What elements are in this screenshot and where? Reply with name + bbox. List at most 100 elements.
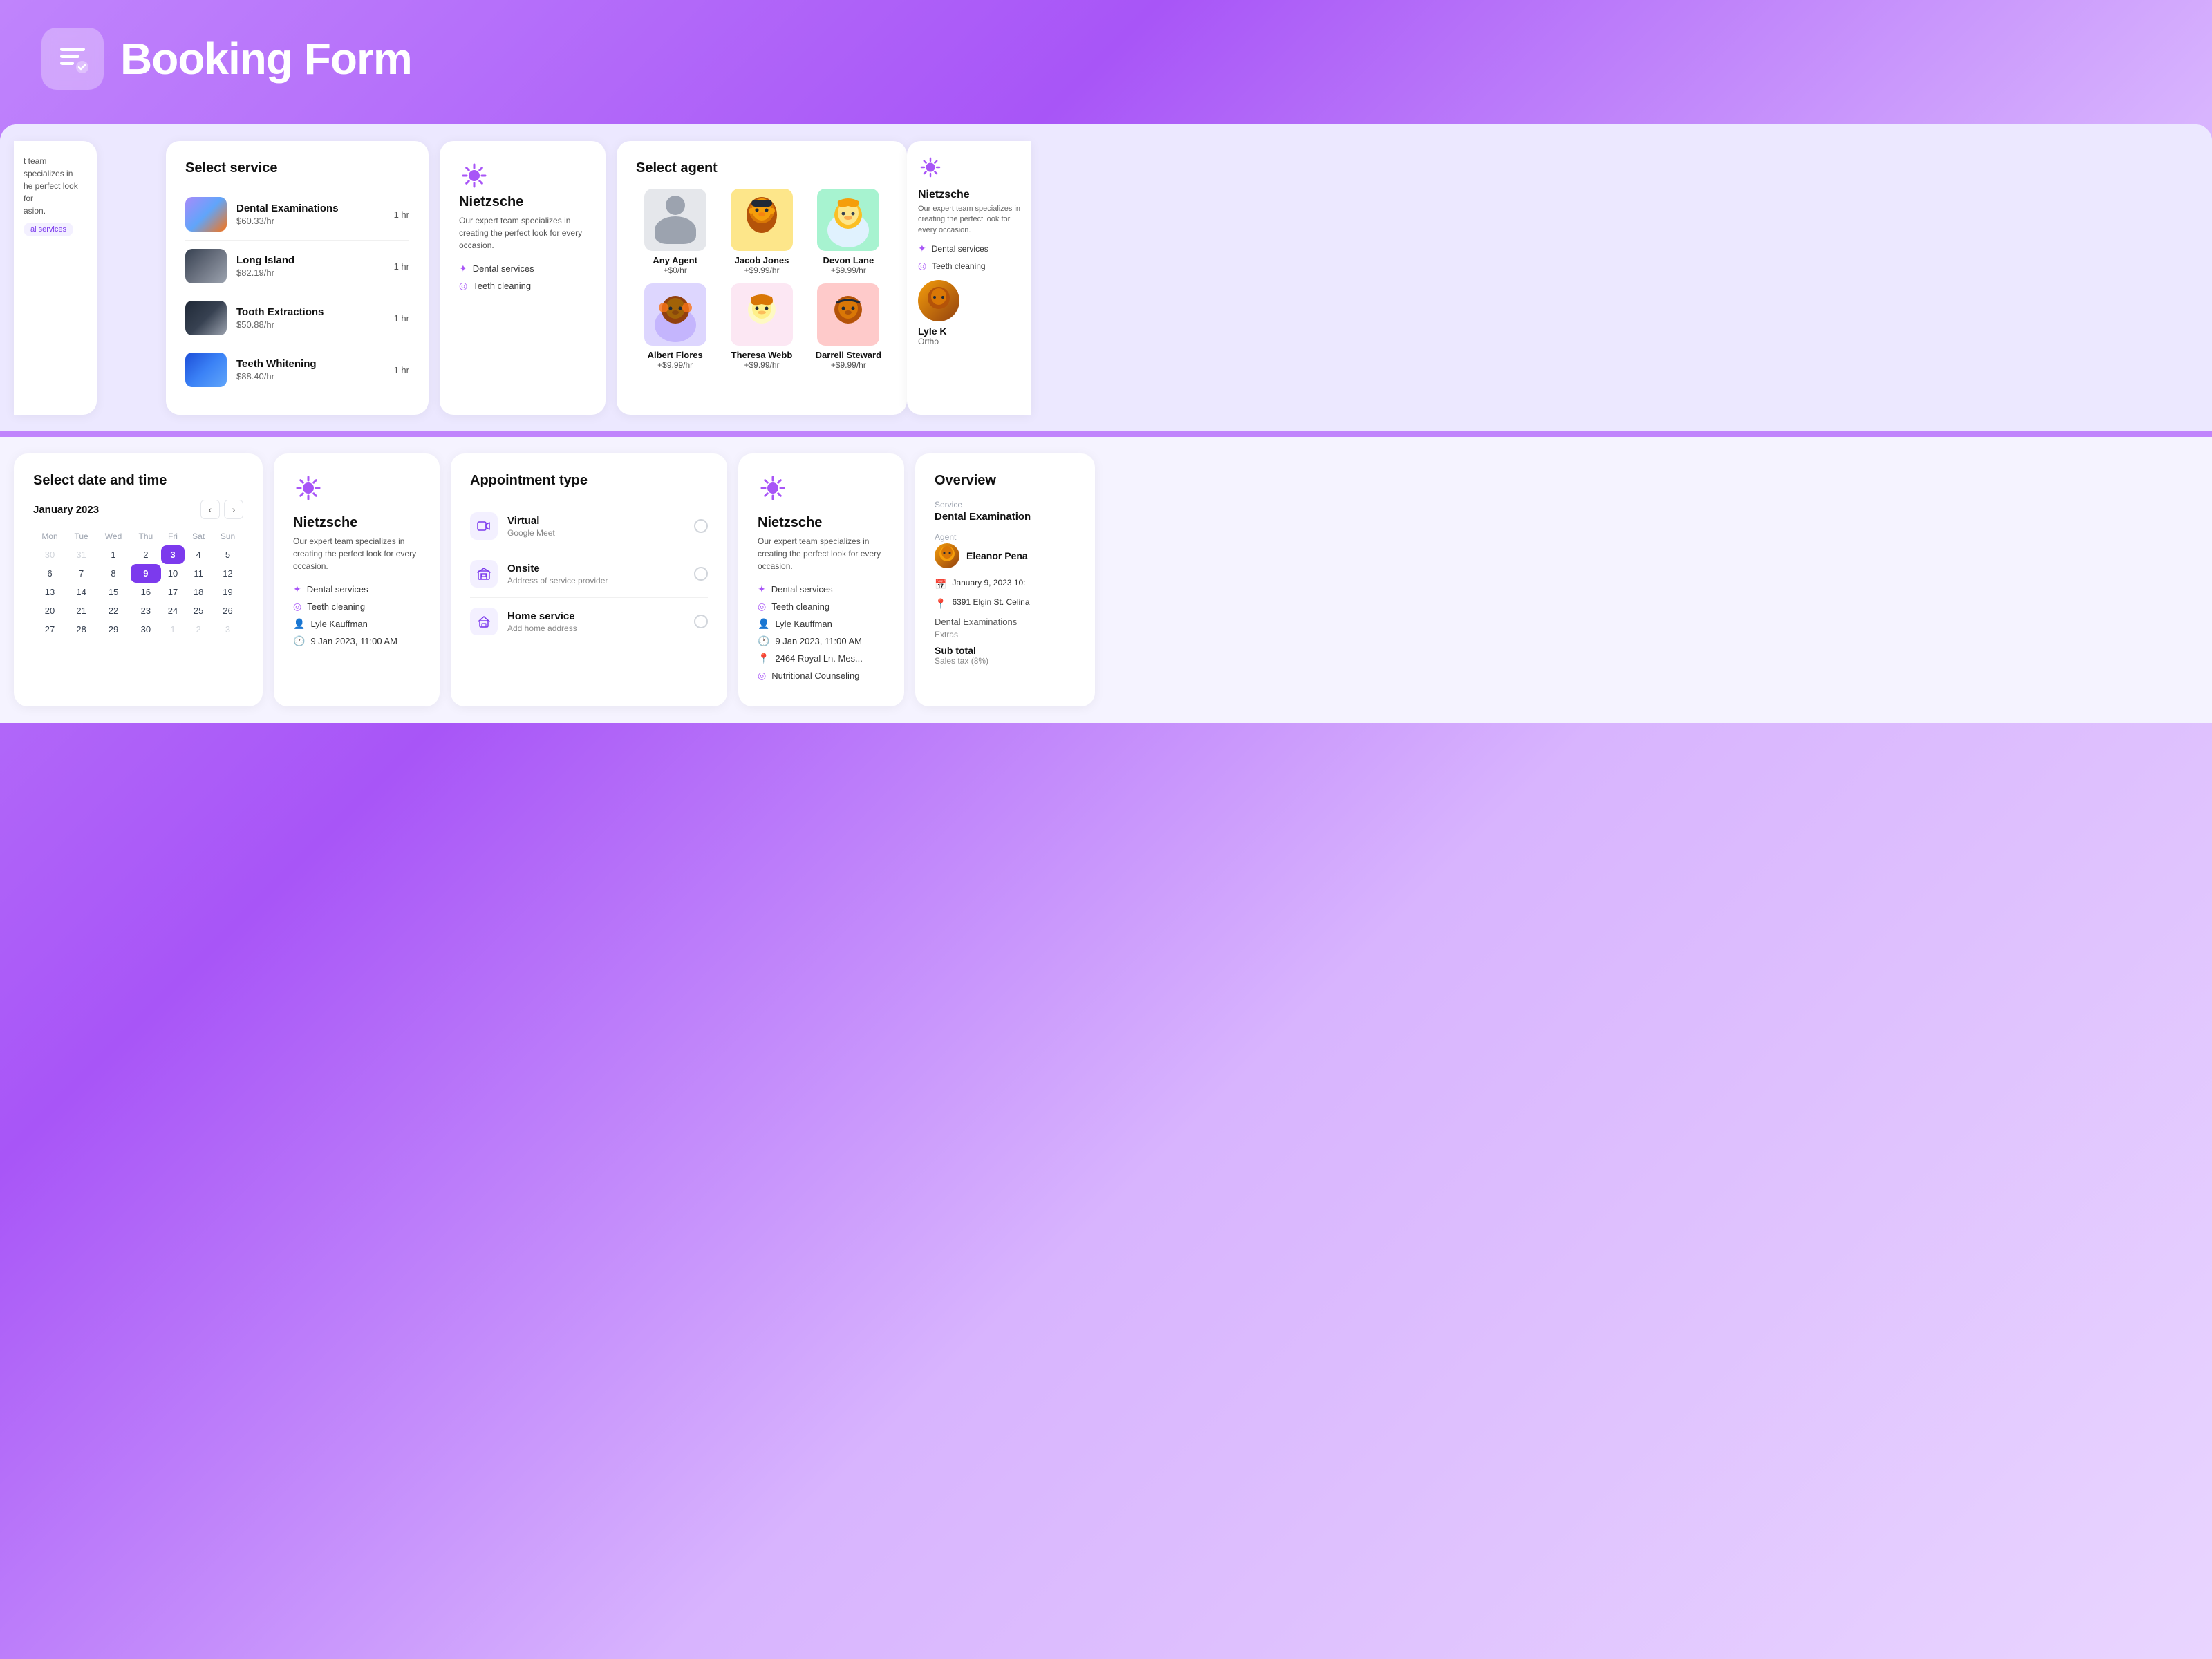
- prev-month-button[interactable]: ‹: [200, 500, 220, 519]
- calendar-day[interactable]: 18: [185, 583, 212, 601]
- calendar-day[interactable]: 29: [96, 620, 131, 639]
- calendar-day[interactable]: 26: [212, 601, 243, 620]
- partial-left-text1: t team specializes in: [24, 155, 87, 180]
- calendar-day[interactable]: 19: [212, 583, 243, 601]
- calendar-day[interactable]: 16: [131, 583, 161, 601]
- agent-price-darrell: +$9.99/hr: [831, 360, 866, 370]
- calendar-day[interactable]: 5: [212, 545, 243, 564]
- calendar-day[interactable]: 30: [33, 545, 66, 564]
- calendar-day[interactable]: 30: [131, 620, 161, 639]
- provider3-desc: Our expert team specializes in creating …: [758, 535, 885, 572]
- provider2-name: Nietzsche: [293, 515, 420, 531]
- calendar-day[interactable]: 8: [96, 564, 131, 583]
- next-month-button[interactable]: ›: [224, 500, 243, 519]
- calendar-day[interactable]: 14: [66, 583, 96, 601]
- agent-avatar-devon: [817, 189, 879, 251]
- ov-agent-label: Agent: [935, 532, 1076, 542]
- calendar-day[interactable]: 20: [33, 601, 66, 620]
- service-item-long[interactable]: Long Island $82.19/hr 1 hr: [185, 241, 409, 292]
- ov-agent-row: Eleanor Pena: [935, 543, 1076, 568]
- appt-sublabel-onsite: Address of service provider: [507, 576, 608, 585]
- agent-avatar-theresa: [731, 283, 793, 346]
- cal-header-fri: Fri: [161, 527, 185, 545]
- agent-avatar-any: [644, 189, 706, 251]
- service-thumb-dental: [185, 197, 227, 232]
- calendar-day[interactable]: 10: [161, 564, 185, 583]
- tooth-icon: ◎: [459, 280, 467, 292]
- calendar-day[interactable]: 12: [212, 564, 243, 583]
- calendar-day[interactable]: 7: [66, 564, 96, 583]
- calendar-day[interactable]: 3: [161, 545, 185, 564]
- calendar-day[interactable]: 2: [185, 620, 212, 639]
- agent-price-any: +$0/hr: [663, 265, 686, 275]
- agent-item-theresa[interactable]: Theresa Webb +$9.99/hr: [722, 283, 800, 370]
- app-logo: [41, 28, 104, 90]
- calendar-day[interactable]: 9: [131, 564, 161, 583]
- agent-price-albert: +$9.99/hr: [657, 360, 693, 370]
- calendar-day[interactable]: 2: [131, 545, 161, 564]
- calendar-icon: 📅: [935, 579, 946, 590]
- appt-radio-onsite[interactable]: [694, 567, 708, 581]
- agent-item-any[interactable]: Any Agent +$0/hr: [636, 189, 714, 275]
- cal-header-tue: Tue: [66, 527, 96, 545]
- service-item-whitening[interactable]: Teeth Whitening $88.40/hr 1 hr: [185, 344, 409, 395]
- appt-option-virtual[interactable]: Virtual Google Meet: [470, 503, 708, 550]
- provider3-tag2: ◎ Teeth cleaning: [758, 601, 885, 612]
- calendar-day[interactable]: 24: [161, 601, 185, 620]
- calendar-day[interactable]: 17: [161, 583, 185, 601]
- agent-item-albert[interactable]: Albert Flores +$9.99/hr: [636, 283, 714, 370]
- calendar-day[interactable]: 4: [185, 545, 212, 564]
- calendar-day[interactable]: 23: [131, 601, 161, 620]
- provider-right-logo-icon: [918, 155, 943, 180]
- partial-right-card: Nietzsche Our expert team specializes in…: [907, 141, 1031, 415]
- appt-option-onsite[interactable]: Onsite Address of service provider: [470, 550, 708, 598]
- ov-extras-label: Dental Examinations: [935, 617, 1076, 627]
- calendar-day[interactable]: 21: [66, 601, 96, 620]
- calendar-day[interactable]: 1: [161, 620, 185, 639]
- calendar-day[interactable]: 1: [96, 545, 131, 564]
- agent-item-devon[interactable]: Devon Lane +$9.99/hr: [809, 189, 888, 275]
- agent-item-jacob[interactable]: Jacob Jones +$9.99/hr: [722, 189, 800, 275]
- overview-title: Overview: [935, 473, 1076, 489]
- agent-price-devon: +$9.99/hr: [831, 265, 866, 275]
- agent-name-theresa: Theresa Webb: [731, 350, 793, 360]
- pin-icon: 📍: [935, 598, 946, 610]
- appt-sublabel-virtual: Google Meet: [507, 528, 555, 538]
- agent-item-darrell[interactable]: Darrell Steward +$9.99/hr: [809, 283, 888, 370]
- service-info-dental: Dental Examinations $60.33/hr: [236, 203, 384, 226]
- appt-label-virtual: Virtual: [507, 515, 555, 527]
- service-name-tooth: Tooth Extractions: [236, 306, 384, 318]
- calendar-day[interactable]: 15: [96, 583, 131, 601]
- service-info-tooth: Tooth Extractions $50.88/hr: [236, 306, 384, 330]
- calendar-day[interactable]: 6: [33, 564, 66, 583]
- calendar-day[interactable]: 31: [66, 545, 96, 564]
- calendar-day[interactable]: 22: [96, 601, 131, 620]
- cal-header-mon: Mon: [33, 527, 66, 545]
- appt-label-home: Home service: [507, 610, 577, 622]
- service-item-dental[interactable]: Dental Examinations $60.33/hr 1 hr: [185, 189, 409, 241]
- service-price-dental: $60.33/hr: [236, 216, 384, 226]
- appt-option-home[interactable]: Home service Add home address: [470, 598, 708, 645]
- calendar-day[interactable]: 27: [33, 620, 66, 639]
- cal-header-wed: Wed: [96, 527, 131, 545]
- ov-date-value: January 9, 2023 10:: [952, 578, 1025, 588]
- partial-right-tag2: ◎ Teeth cleaning: [918, 260, 1020, 272]
- partial-right-avatar: [918, 280, 959, 321]
- cal-header-sun: Sun: [212, 527, 243, 545]
- home-icon: [470, 608, 498, 635]
- calendar-day[interactable]: 28: [66, 620, 96, 639]
- tooth3-icon: ◎: [293, 601, 301, 612]
- appt-radio-virtual[interactable]: [694, 519, 708, 533]
- calendar-day[interactable]: 25: [185, 601, 212, 620]
- service-item-tooth[interactable]: Tooth Extractions $50.88/hr 1 hr: [185, 292, 409, 344]
- appt-radio-home[interactable]: [694, 615, 708, 628]
- service-name-dental: Dental Examinations: [236, 203, 384, 214]
- provider2-tag4: 🕐 9 Jan 2023, 11:00 AM: [293, 635, 420, 647]
- calendar-day[interactable]: 11: [185, 564, 212, 583]
- calendar-day[interactable]: 13: [33, 583, 66, 601]
- tooth2-icon: ◎: [918, 260, 926, 272]
- ov-agent-avatar: [935, 543, 959, 568]
- calendar-day[interactable]: 3: [212, 620, 243, 639]
- select-service-card: Select service Dental Examinations $60.3…: [166, 141, 429, 415]
- service-price-long: $82.19/hr: [236, 268, 384, 278]
